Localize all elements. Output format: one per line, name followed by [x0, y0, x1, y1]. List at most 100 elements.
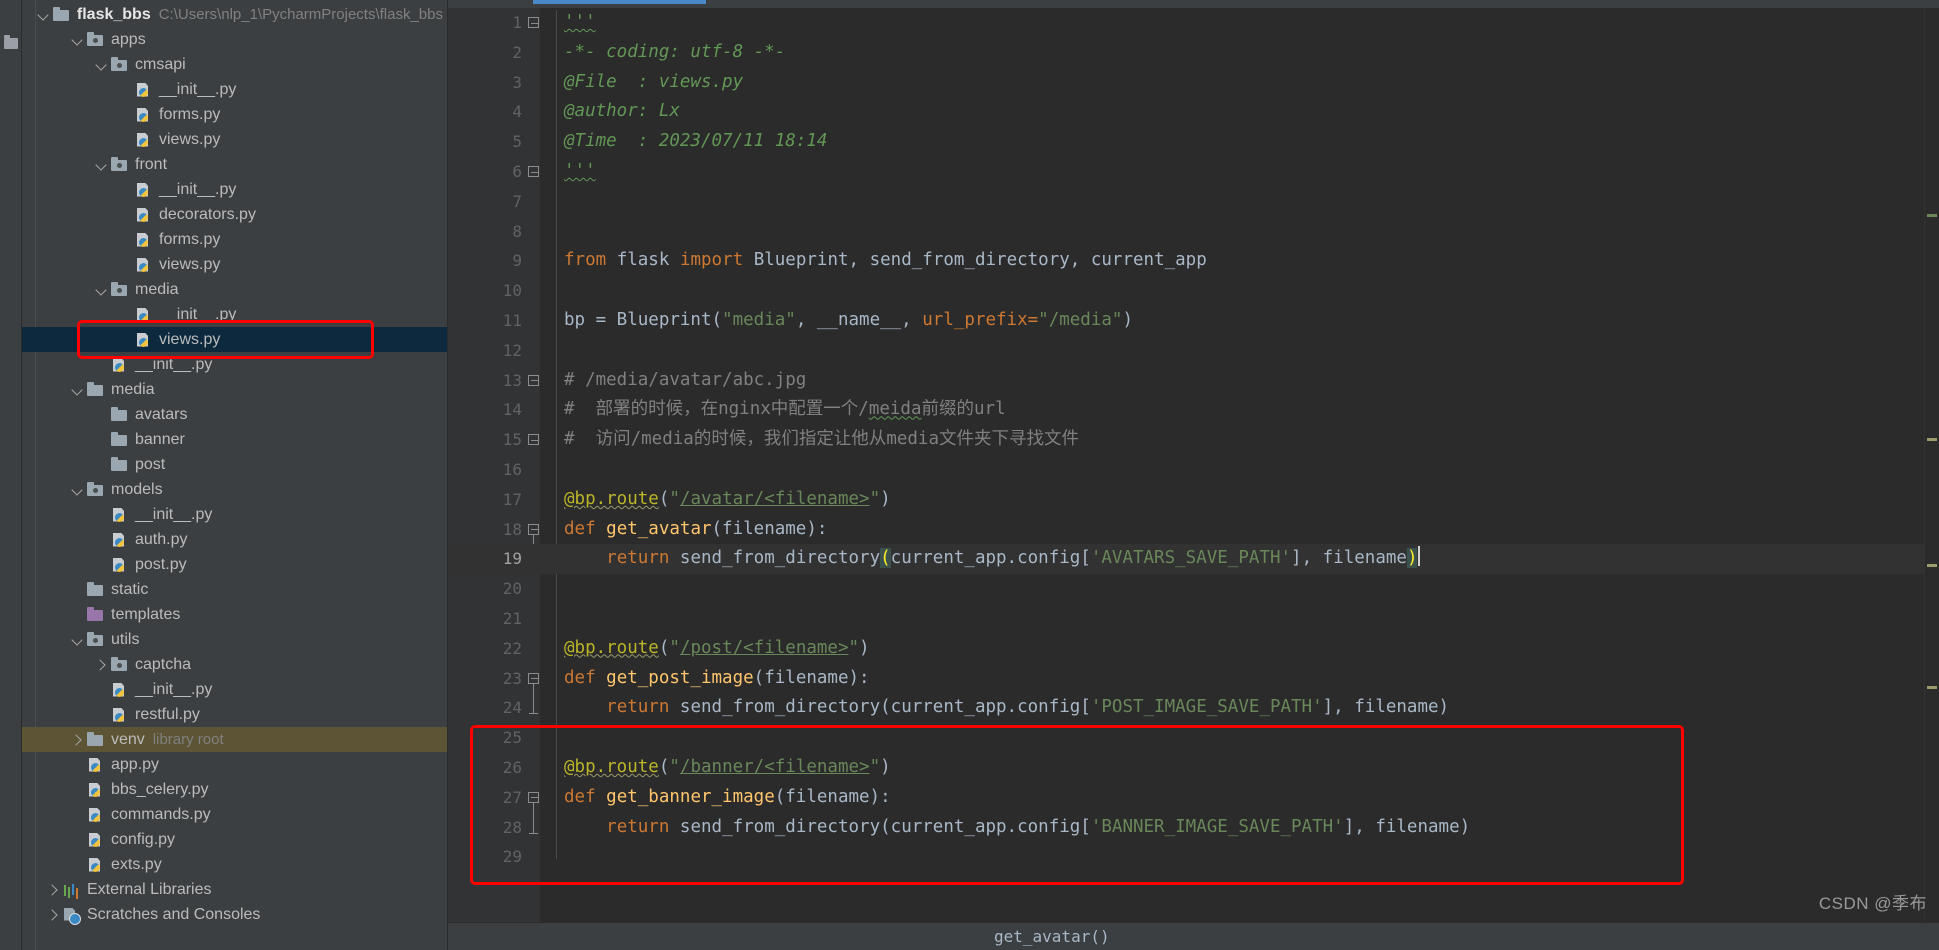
code-line[interactable]: 26 @bp.route("/banner/<filename>") [448, 753, 1939, 783]
code-line[interactable]: 21 [448, 604, 1939, 634]
chevron-down-icon[interactable] [70, 32, 85, 47]
editor-marker-scrollbar[interactable] [1925, 8, 1939, 950]
chevron-right-icon[interactable] [46, 907, 61, 922]
code-line[interactable]: 14 # 部署的时候，在nginx中配置一个/meida前缀的url [448, 395, 1939, 425]
tree-row--init-py[interactable]: __init__.py [22, 77, 447, 102]
chevron-down-icon[interactable] [36, 7, 51, 22]
chevron-right-icon[interactable] [70, 732, 85, 747]
code-line[interactable]: 1 ''' [448, 8, 1939, 38]
tree-row-venv[interactable]: venv library root [22, 727, 447, 752]
editor-tab-strip[interactable] [448, 0, 1939, 8]
code-line[interactable]: 17 @bp.route("/avatar/<filename>") [448, 485, 1939, 515]
tree-row--init-py[interactable]: __init__.py [22, 177, 447, 202]
tree-row-commands-py[interactable]: commands.py [22, 802, 447, 827]
chevron-right-icon[interactable] [46, 882, 61, 897]
line-number: 9 [512, 251, 522, 271]
tree-row-forms-py[interactable]: forms.py [22, 102, 447, 127]
code-line[interactable]: 10 [448, 276, 1939, 306]
code-line[interactable]: 6 ''' [448, 157, 1939, 187]
code-line[interactable]: 7 [448, 187, 1939, 217]
project-tool-window-label[interactable]: Project [0, 0, 2, 2]
code-line[interactable]: 23 def get_post_image(filename): [448, 664, 1939, 694]
tree-row-views-py[interactable]: views.py [22, 127, 447, 152]
code-line[interactable]: 29 [448, 842, 1939, 872]
chevron-right-icon[interactable] [94, 657, 109, 672]
tree-row-front[interactable]: front [22, 152, 447, 177]
code-line[interactable]: 11 bp = Blueprint("media", __name__, url_… [448, 306, 1939, 336]
tree-row-apps[interactable]: apps [22, 27, 447, 52]
tree-row-scratches-and-consoles[interactable]: Scratches and Consoles [22, 902, 447, 927]
line-number: 22 [502, 638, 522, 658]
chevron-down-icon[interactable] [70, 382, 85, 397]
chevron-down-icon[interactable] [94, 57, 109, 72]
code-line[interactable]: 8 [448, 217, 1939, 247]
code-line[interactable]: 20 [448, 574, 1939, 604]
tree-item-label: auth.py [135, 530, 188, 548]
tree-row-root[interactable]: flask_bbs C:\Users\nlp_1\PycharmProjects… [22, 2, 447, 27]
breadcrumb[interactable]: get_avatar() [994, 927, 1110, 946]
code-line[interactable]: 24 return send_from_directory(current_ap… [448, 693, 1939, 723]
code-line[interactable]: 25 [448, 723, 1939, 753]
chevron-down-icon[interactable] [94, 157, 109, 172]
tree-row-bbs-celery-py[interactable]: bbs_celery.py [22, 777, 447, 802]
code-line[interactable]: 15 # 访问/media的时候，我们指定让他从media文件夹下寻找文件 [448, 425, 1939, 455]
tree-row-media[interactable]: media [22, 277, 447, 302]
code-text-area[interactable]: 1 ''' 2 -*- coding: utf-8 -*- 3 @File : views… [448, 8, 1939, 950]
chevron-down-icon[interactable] [70, 482, 85, 497]
marker-stripe[interactable] [1927, 686, 1937, 689]
marker-stripe[interactable] [1927, 214, 1937, 217]
code-line[interactable]: 12 [448, 336, 1939, 366]
tree-row--init-py[interactable]: __init__.py [22, 677, 447, 702]
tree-row-auth-py[interactable]: auth.py [22, 527, 447, 552]
tree-row-avatars[interactable]: avatars [22, 402, 447, 427]
chevron-down-icon[interactable] [70, 632, 85, 647]
tree-row--init-py[interactable]: __init__.py [22, 502, 447, 527]
tree-row-utils[interactable]: utils [22, 627, 447, 652]
code-line[interactable]: 28 return send_from_directory(current_ap… [448, 813, 1939, 843]
code-line[interactable]: 3 @File : views.py [448, 68, 1939, 98]
line-number: 4 [512, 102, 522, 122]
line-number: 17 [502, 489, 522, 509]
code-line[interactable]: 4 @author: Lx [448, 97, 1939, 127]
tree-row-captcha[interactable]: captcha [22, 652, 447, 677]
tree-row-config-py[interactable]: config.py [22, 827, 447, 852]
tree-row-views-py[interactable]: views.py [22, 327, 447, 352]
tree-row-external-libraries[interactable]: External Libraries [22, 877, 447, 902]
code-line[interactable]: 16 [448, 455, 1939, 485]
tree-row-decorators-py[interactable]: decorators.py [22, 202, 447, 227]
tree-row-templates[interactable]: templates [22, 602, 447, 627]
tree-row-media[interactable]: media [22, 377, 447, 402]
tree-row-restful-py[interactable]: restful.py [22, 702, 447, 727]
code-line[interactable]: 27 def get_banner_image(filename): [448, 783, 1939, 813]
project-tree[interactable]: flask_bbs C:\Users\nlp_1\PycharmProjects… [22, 0, 447, 927]
structure-icon[interactable] [4, 35, 18, 49]
tree-row--init-py[interactable]: __init__.py [22, 302, 447, 327]
tree-row-views-py[interactable]: views.py [22, 252, 447, 277]
tree-row-static[interactable]: static [22, 577, 447, 602]
code-line[interactable]: 2 -*- coding: utf-8 -*- [448, 38, 1939, 68]
tree-row-models[interactable]: models [22, 477, 447, 502]
line-number: 11 [502, 310, 522, 330]
code-line[interactable]: 13 # /media/avatar/abc.jpg [448, 366, 1939, 396]
code-editor[interactable]: 1 ''' 2 -*- coding: utf-8 -*- 3 @File : views… [448, 0, 1939, 950]
tree-row-post-py[interactable]: post.py [22, 552, 447, 577]
project-tool-window[interactable]: flask_bbs C:\Users\nlp_1\PycharmProjects… [22, 0, 448, 950]
tree-row-exts-py[interactable]: exts.py [22, 852, 447, 877]
marker-stripe[interactable] [1927, 438, 1937, 441]
code-line[interactable]: 5 @Time : 2023/07/11 18:14 [448, 127, 1939, 157]
code-line[interactable]: 22 @bp.route("/post/<filename>") [448, 634, 1939, 664]
code-line[interactable]: 19 return send_from_directory(current_ap… [448, 544, 1939, 575]
code-line[interactable]: 9 from flask import Blueprint, send_from_… [448, 246, 1939, 276]
tree-row-cmsapi[interactable]: cmsapi [22, 52, 447, 77]
tree-row-forms-py[interactable]: forms.py [22, 227, 447, 252]
tree-item-label: apps [111, 30, 146, 48]
tree-row-post[interactable]: post [22, 452, 447, 477]
tree-row-banner[interactable]: banner [22, 427, 447, 452]
tree-row--init-py[interactable]: __init__.py [22, 352, 447, 377]
code-line[interactable]: 18 def get_avatar(filename): [448, 515, 1939, 545]
tree-arrow-placeholder [118, 82, 133, 97]
tree-row-app-py[interactable]: app.py [22, 752, 447, 777]
tree-item-label: restful.py [135, 705, 200, 723]
chevron-down-icon[interactable] [94, 282, 109, 297]
marker-stripe[interactable] [1927, 564, 1937, 567]
